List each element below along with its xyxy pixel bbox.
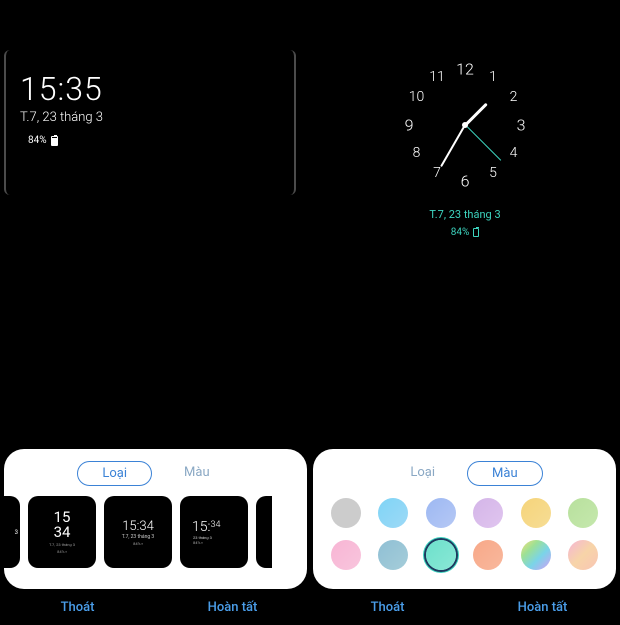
analog-clock-face: 12 12 3 45 6 78 9 1011 [400,60,530,190]
clock-num-9: 9 [405,116,414,135]
clock-type-thumb-partial[interactable]: 3 [2,496,20,568]
color-swatch-c6[interactable] [568,498,598,528]
clock-type-thumb-left[interactable]: 15:34 23 tháng 3 84% ▪ [180,496,248,568]
battery-icon [51,136,58,146]
color-swatch-c2[interactable] [378,498,408,528]
color-swatch-grid [323,496,606,572]
clock-num-1: 1 [489,69,497,85]
exit-button[interactable]: Thoát [0,589,155,625]
color-swatch-c8[interactable] [378,540,408,570]
clock-num-7: 7 [433,165,441,181]
color-swatch-c3[interactable] [426,498,456,528]
analog-battery-percent: 84% [451,227,470,238]
tab-type[interactable]: Loại [77,461,152,486]
color-swatch-c5[interactable] [521,498,551,528]
color-swatch-c4[interactable] [473,498,503,528]
thumb-partial-text: 3 [15,529,18,536]
clock-num-11: 11 [429,69,445,85]
done-button[interactable]: Hoàn tất [155,589,310,625]
clock-num-4: 4 [510,145,518,161]
clock-num-8: 8 [413,145,421,161]
clock-center-dot [462,122,468,128]
analog-battery-icon [473,228,479,237]
clock-num-5: 5 [489,165,497,181]
tab-color[interactable]: Màu [467,461,543,486]
battery-percent: 84% [28,135,47,146]
digital-time: 15:35 [20,70,310,108]
color-swatch-c12[interactable] [568,540,598,570]
preview-digital-clock: 15:35 T.7, 23 tháng 3 84% [0,0,310,400]
second-hand [465,125,501,161]
screen-edge-right [290,50,296,195]
digital-date: T.7, 23 tháng 3 [20,110,310,125]
analog-date: T.7, 23 tháng 3 [429,208,500,221]
preview-analog-clock: 12 12 3 45 6 78 9 1011 T.7, 23 tháng 3 84% [310,0,620,400]
panel-clock-color: Loại Màu [313,449,616,589]
minute-hand [440,125,466,168]
clock-num-12: 12 [456,60,474,79]
color-swatch-c11[interactable] [521,540,551,570]
tab-color[interactable]: Màu [160,461,234,486]
clock-type-thumb-centered[interactable]: 15:34 T.7, 23 tháng 3 84% ▪ [104,496,172,568]
clock-num-10: 10 [409,89,425,105]
clock-type-thumb-stacked[interactable]: 1534 T.7, 23 tháng 3 84% ▪ [28,496,96,568]
color-swatch-c7[interactable] [331,540,361,570]
clock-num-6: 6 [461,172,470,191]
clock-num-3: 3 [517,116,526,135]
clock-num-2: 2 [510,89,518,105]
exit-button[interactable]: Thoát [310,589,465,625]
color-swatch-c10[interactable] [473,540,503,570]
clock-type-thumb-partial-right[interactable] [256,496,272,568]
tab-type[interactable]: Loại [386,461,459,486]
panel-clock-type: Loại Màu 3 1534 T.7, 23 tháng 3 84% ▪ 15… [4,449,307,589]
clock-type-list[interactable]: 3 1534 T.7, 23 tháng 3 84% ▪ 15:34 T.7, … [2,496,297,568]
color-swatch-c1[interactable] [331,498,361,528]
done-button[interactable]: Hoàn tất [465,589,620,625]
color-swatch-c9[interactable] [426,540,456,570]
screen-edge-left [4,50,10,195]
